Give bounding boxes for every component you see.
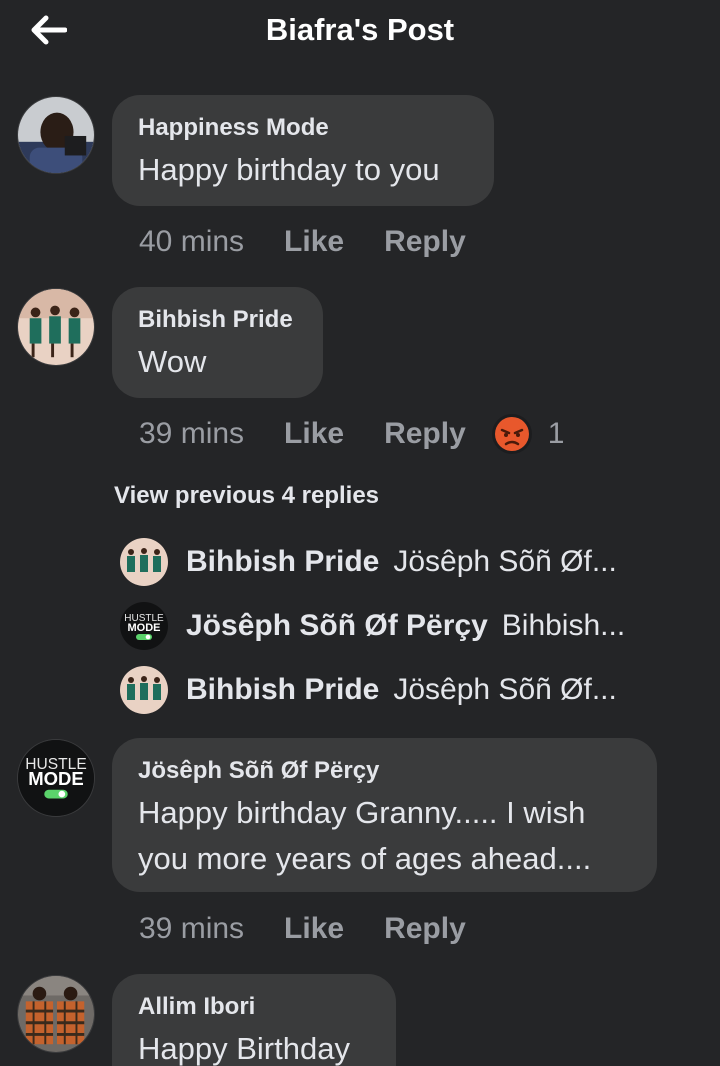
like-button[interactable]: Like <box>284 417 344 451</box>
reply-preview[interactable]: Bihbish Pride Jösêph Sõñ Øf... <box>120 537 617 587</box>
reply-author: Bihbish Pride <box>186 673 380 706</box>
comment-time: 39 mins <box>139 417 245 450</box>
comment-time: 39 mins <box>139 912 245 945</box>
avatar <box>120 666 168 714</box>
reply-author: Jösêph Sõñ Øf Përçy <box>186 609 488 642</box>
avatar-logo-line2: MODE <box>28 768 84 789</box>
avatar[interactable] <box>17 96 95 174</box>
comment-bubble[interactable]: Happiness Mode Happy birthday to you <box>112 95 494 206</box>
reply-button[interactable]: Reply <box>384 417 466 451</box>
view-previous-replies-link[interactable]: View previous 4 replies <box>114 482 379 510</box>
comment-meta: 40 mins Like Reply <box>139 222 506 262</box>
comment-author[interactable]: Allim Ibori <box>138 992 370 1022</box>
page-title: Biafra's Post <box>265 12 455 47</box>
post-comments-screen: Biafra's Post Happiness Mode Happy birth… <box>0 0 720 1066</box>
reaction-count: 1 <box>547 417 565 450</box>
avatar[interactable] <box>17 288 95 366</box>
comment-bubble[interactable]: Bihbish Pride Wow <box>112 287 323 398</box>
avatar[interactable]: HUSTLE MODE <box>17 739 95 817</box>
reply-snippet: Jösêph Sõñ Øf... <box>393 673 617 706</box>
comment-text: Happy birthday Granny..... I wish you mo… <box>138 795 592 876</box>
comment-text: Happy birthday to you <box>138 152 440 187</box>
comment-bubble[interactable]: Allim Ibori Happy Birthday <box>112 974 396 1066</box>
reply-preview[interactable]: Bihbish Pride Jösêph Sõñ Øf... <box>120 665 617 715</box>
comment-author[interactable]: Jösêph Sõñ Øf Përçy <box>138 756 631 786</box>
angry-emoji-icon <box>491 414 532 454</box>
reply-author: Bihbish Pride <box>186 545 380 578</box>
comment-bubble[interactable]: Jösêph Sõñ Øf Përçy Happy birthday Grann… <box>112 738 657 892</box>
comment-text: Happy Birthday <box>138 1031 350 1066</box>
comment-author[interactable]: Happiness Mode <box>138 113 468 143</box>
comment-meta: 39 mins Like Reply 1 <box>139 414 564 454</box>
reply-preview[interactable]: HUSTLE MODE Jösêph Sõñ Øf Përçy Bihbish.… <box>120 601 625 651</box>
avatar: HUSTLE MODE <box>120 602 168 650</box>
like-button[interactable]: Like <box>284 225 344 259</box>
comment-time: 40 mins <box>139 225 245 258</box>
reply-snippet: Jösêph Sõñ Øf... <box>393 545 617 578</box>
comment-text: Wow <box>138 344 207 379</box>
comment-meta: 39 mins Like Reply <box>139 909 506 949</box>
comment-author[interactable]: Bihbish Pride <box>138 305 297 335</box>
like-button[interactable]: Like <box>284 912 344 946</box>
header: Biafra's Post <box>0 0 720 64</box>
avatar-logo-line2: MODE <box>128 622 161 634</box>
reaction-summary[interactable]: 1 <box>490 412 565 456</box>
avatar <box>120 538 168 586</box>
avatar[interactable] <box>17 975 95 1053</box>
reply-button[interactable]: Reply <box>384 225 466 259</box>
reply-snippet: Bihbish... <box>501 609 626 642</box>
reply-button[interactable]: Reply <box>384 912 466 946</box>
